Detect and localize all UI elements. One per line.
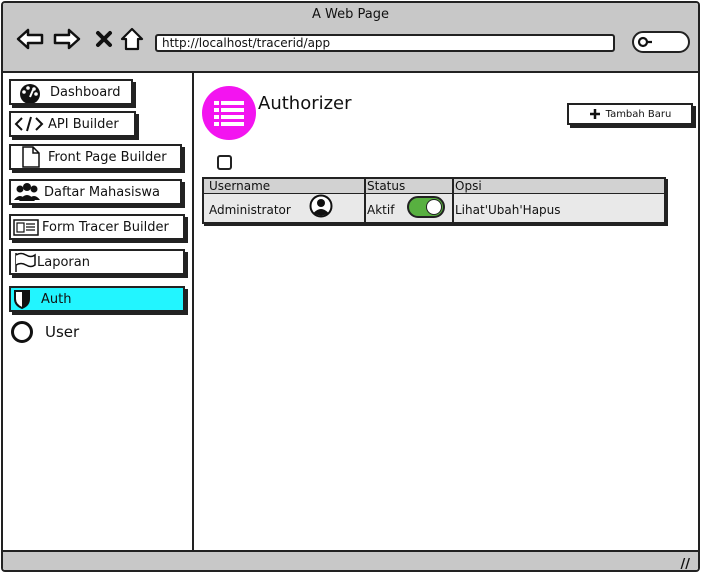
cell-username: Administrator [209, 203, 291, 217]
browser-window: A Web Page http://localhost/tracerid/app… [1, 1, 700, 572]
sidebar-item-label: API Builder [48, 116, 119, 132]
user-icon [11, 321, 33, 343]
home-icon[interactable] [118, 25, 146, 53]
status-toggle[interactable] [407, 196, 445, 218]
column-divider [364, 179, 366, 222]
sidebar-item-daftar-mahasiswa[interactable]: Daftar Mahasiswa [9, 179, 182, 205]
user-label: User [45, 323, 80, 341]
select-all-checkbox[interactable] [217, 155, 232, 170]
page-title: Authorizer [258, 93, 352, 114]
sidebar-item-label: Auth [41, 291, 72, 307]
users-icon [13, 181, 41, 203]
sidebar-item-label: Laporan [37, 254, 90, 270]
sidebar-item-label: Form Tracer Builder [42, 219, 169, 235]
sidebar-item-label: Daftar Mahasiswa [44, 184, 161, 200]
edit-link[interactable]: Ubah [488, 203, 519, 217]
form-icon [13, 216, 39, 238]
search-icon [637, 36, 652, 48]
cell-options: Lihat'Ubah'Hapus [455, 203, 561, 217]
sidebar-item-api-builder[interactable]: API Builder [9, 111, 136, 137]
search-box[interactable] [632, 31, 690, 53]
close-icon[interactable] [90, 25, 118, 53]
window-title: A Web Page [312, 7, 389, 22]
header-username[interactable]: Username [209, 179, 270, 193]
code-icon [13, 113, 45, 135]
add-new-label: Tambah Baru [605, 108, 672, 120]
shield-icon [13, 289, 31, 309]
table-header: Username Status Opsi [204, 179, 664, 194]
main-content: Authorizer Tambah Baru Username Status O… [196, 73, 698, 550]
sidebar-item-label: Dashboard [50, 84, 121, 100]
file-icon [13, 146, 45, 168]
authorizer-table: Username Status Opsi Administrator Aktif… [202, 177, 666, 224]
sidebar-item-dashboard[interactable]: Dashboard [9, 79, 133, 105]
view-link[interactable]: Lihat [455, 203, 485, 217]
cell-status: Aktif [367, 203, 395, 217]
list-icon [202, 86, 256, 140]
delete-link[interactable]: Hapus [523, 203, 561, 217]
sidebar-item-auth[interactable]: Auth [9, 286, 185, 312]
column-divider [452, 179, 454, 222]
toggle-knob [426, 199, 442, 215]
url-bar[interactable]: http://localhost/tracerid/app [155, 34, 615, 52]
header-status[interactable]: Status [367, 179, 405, 193]
plus-icon [589, 108, 601, 120]
header-options[interactable]: Opsi [455, 179, 482, 193]
sidebar-item-front-page-builder[interactable]: Front Page Builder [9, 144, 182, 170]
resize-grip-icon[interactable]: // [681, 557, 691, 570]
sidebar: Dashboard API Builder Front Page Builder… [3, 73, 194, 550]
add-new-button[interactable]: Tambah Baru [567, 103, 693, 125]
forward-icon[interactable] [53, 25, 81, 53]
back-icon[interactable] [16, 25, 44, 53]
sidebar-item-label: Front Page Builder [48, 149, 167, 165]
user-menu[interactable]: User [11, 321, 79, 343]
user-avatar-icon [309, 194, 333, 218]
flag-icon [13, 251, 37, 273]
status-bar: // [3, 550, 698, 570]
browser-toolbar: A Web Page http://localhost/tracerid/app [3, 3, 698, 73]
dashboard-icon [13, 81, 47, 103]
sidebar-item-laporan[interactable]: Laporan [9, 249, 185, 275]
sidebar-item-form-tracer-builder[interactable]: Form Tracer Builder [9, 214, 185, 240]
